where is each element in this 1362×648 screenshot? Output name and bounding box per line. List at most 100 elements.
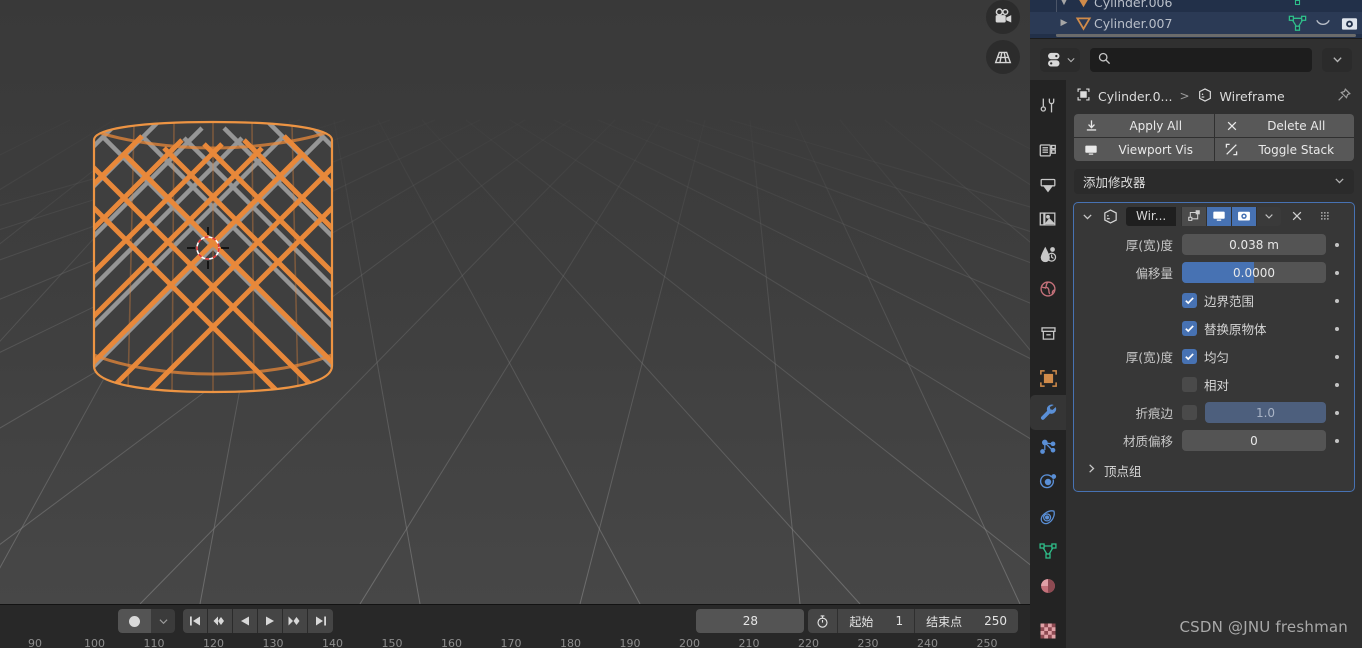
material-offset-field[interactable]: 0 bbox=[1182, 430, 1326, 451]
3d-viewport[interactable] bbox=[0, 0, 1030, 604]
jump-to-prev-keyframe-button[interactable] bbox=[208, 609, 233, 633]
thickness-field[interactable]: 0.038 m bbox=[1182, 234, 1326, 255]
disable-in-render-camera-icon[interactable] bbox=[1336, 15, 1362, 32]
boundary-checkbox[interactable] bbox=[1182, 293, 1197, 308]
breadcrumb-modifier-name[interactable]: Wireframe bbox=[1220, 89, 1285, 104]
properties-search-box[interactable] bbox=[1090, 47, 1312, 72]
toggle-stack-button[interactable]: Toggle Stack bbox=[1214, 138, 1354, 161]
row-offset: 偏移量 0.0000 bbox=[1074, 260, 1354, 285]
disclosure-triangle-collapsed-icon[interactable]: ▶ bbox=[1056, 18, 1072, 28]
hide-in-viewport-icon[interactable] bbox=[1310, 18, 1336, 28]
vertex-group-section[interactable]: 顶点组 bbox=[1074, 457, 1354, 483]
record-group[interactable] bbox=[118, 609, 175, 633]
remove-modifier-x-icon[interactable] bbox=[1286, 210, 1308, 222]
material-offset-animate-dot[interactable] bbox=[1326, 438, 1348, 443]
frame-start-field[interactable]: 起始 1 bbox=[838, 609, 916, 633]
row-replace-original: 替换原物体 bbox=[1074, 316, 1354, 341]
even-thickness-animate-dot[interactable] bbox=[1326, 354, 1348, 359]
add-modifier-dropdown[interactable]: 添加修改器 bbox=[1074, 169, 1354, 194]
boundary-label: 边界范围 bbox=[1204, 294, 1255, 309]
crease-weight-field[interactable]: 1.0 bbox=[1205, 402, 1326, 423]
jump-to-end-button[interactable] bbox=[308, 609, 333, 633]
frame-end-field[interactable]: 结束点 250 bbox=[915, 609, 1018, 633]
tab-particles[interactable] bbox=[1030, 430, 1066, 465]
breadcrumb-separator: > bbox=[1179, 89, 1190, 103]
timeline-editor[interactable]: 28 起始 1 结束点 250 90 100 110 120 130 140 1… bbox=[0, 604, 1030, 648]
play-reverse-button[interactable] bbox=[233, 609, 258, 633]
edit-mode-display-toggle[interactable] bbox=[1181, 206, 1207, 226]
even-thickness-checkbox-row[interactable]: 均匀 bbox=[1182, 347, 1326, 366]
outliner-horizontal-scrollbar[interactable] bbox=[1056, 34, 1356, 37]
realtime-display-toggle[interactable] bbox=[1206, 206, 1232, 226]
disclosure-triangle-icon[interactable]: ▼ bbox=[1056, 0, 1072, 7]
auto-keying-button[interactable] bbox=[118, 609, 151, 633]
tab-view-layer[interactable] bbox=[1030, 202, 1066, 237]
relative-checkbox[interactable] bbox=[1182, 377, 1197, 392]
properties-tab-strip[interactable] bbox=[1030, 80, 1066, 648]
thickness-animate-dot[interactable] bbox=[1326, 242, 1348, 247]
tab-tool[interactable] bbox=[1030, 88, 1066, 123]
tab-object-data[interactable] bbox=[1030, 534, 1066, 569]
crease-edges-checkbox[interactable] bbox=[1182, 405, 1197, 420]
mesh-data-icon[interactable] bbox=[1284, 0, 1310, 9]
outliner-row-cylinder-007[interactable]: ▶ Cylinder.007 bbox=[1030, 12, 1362, 34]
auto-keying-options-chevron-down-icon[interactable] bbox=[151, 609, 175, 633]
timeline-tick-label: 200 bbox=[679, 637, 700, 648]
add-modifier-label: 添加修改器 bbox=[1083, 175, 1146, 190]
tab-collection[interactable] bbox=[1030, 316, 1066, 351]
current-frame-field[interactable]: 28 bbox=[696, 609, 805, 633]
tab-object[interactable] bbox=[1030, 361, 1066, 396]
crease-animate-dot[interactable] bbox=[1326, 410, 1348, 415]
properties-filter-toggle[interactable] bbox=[1040, 47, 1080, 72]
even-thickness-checkbox[interactable] bbox=[1182, 349, 1197, 364]
tab-world[interactable] bbox=[1030, 271, 1066, 306]
relative-animate-dot[interactable] bbox=[1326, 382, 1348, 387]
apply-all-button[interactable]: Apply All bbox=[1074, 114, 1214, 137]
play-button[interactable] bbox=[258, 609, 283, 633]
replace-original-animate-dot[interactable] bbox=[1326, 326, 1348, 331]
properties-options-chevron-down-icon[interactable] bbox=[1322, 47, 1352, 72]
mesh-data-icon[interactable] bbox=[1284, 15, 1310, 32]
timeline-tick-label: 150 bbox=[381, 637, 403, 648]
tab-output[interactable] bbox=[1030, 167, 1066, 202]
playback-controls[interactable] bbox=[183, 609, 333, 633]
tab-texture[interactable] bbox=[1030, 613, 1066, 648]
tab-constraints[interactable] bbox=[1030, 499, 1066, 534]
relative-checkbox-row[interactable]: 相对 bbox=[1182, 375, 1326, 394]
modifier-name-field[interactable]: Wir... bbox=[1126, 206, 1177, 226]
jump-to-next-keyframe-button[interactable] bbox=[283, 609, 308, 633]
drag-dots-icon[interactable] bbox=[1317, 211, 1333, 222]
replace-original-checkbox-row[interactable]: 替换原物体 bbox=[1182, 319, 1326, 338]
delete-all-button[interactable]: Delete All bbox=[1214, 114, 1354, 137]
use-preview-range-icon[interactable] bbox=[808, 609, 839, 633]
vertex-group-label: 顶点组 bbox=[1104, 463, 1142, 479]
timeline-tick-label: 140 bbox=[322, 637, 343, 648]
modifier-expand-chevron-down-icon[interactable] bbox=[1080, 211, 1094, 222]
timeline-ruler[interactable]: 90 100 110 120 130 140 150 160 170 180 190 200 210 22… bbox=[0, 637, 1030, 648]
breadcrumb-object-name[interactable]: Cylinder.0... bbox=[1098, 89, 1172, 104]
replace-original-checkbox[interactable] bbox=[1182, 321, 1197, 336]
outliner-editor[interactable]: ▼ Cylinder.006 ▶ Cylinder.007 bbox=[1030, 0, 1362, 38]
boundary-checkbox-row[interactable]: 边界范围 bbox=[1182, 291, 1326, 310]
row-thickness: 厚(宽)度 0.038 m bbox=[1074, 232, 1354, 257]
tab-physics[interactable] bbox=[1030, 465, 1066, 500]
offset-animate-dot[interactable] bbox=[1326, 270, 1348, 275]
boundary-animate-dot[interactable] bbox=[1326, 298, 1348, 303]
frame-start-label: 起始 bbox=[849, 614, 874, 629]
tab-modifiers[interactable] bbox=[1030, 395, 1066, 431]
grid-floor-icon[interactable] bbox=[986, 40, 1020, 74]
pin-icon[interactable] bbox=[1336, 87, 1352, 106]
render-display-toggle[interactable] bbox=[1231, 206, 1257, 226]
offset-slider[interactable]: 0.0000 bbox=[1182, 262, 1326, 283]
frame-range-group[interactable]: 起始 1 结束点 250 bbox=[808, 609, 1018, 633]
tab-material[interactable] bbox=[1030, 569, 1066, 604]
tab-render[interactable] bbox=[1030, 133, 1066, 168]
camera-icon[interactable] bbox=[986, 0, 1020, 34]
tab-scene[interactable] bbox=[1030, 237, 1066, 272]
search-input[interactable] bbox=[1117, 52, 1304, 67]
chevron-down-icon bbox=[1066, 57, 1075, 62]
jump-to-start-button[interactable] bbox=[183, 609, 208, 633]
viewport-vis-button[interactable]: Viewport Vis bbox=[1074, 138, 1214, 161]
modifier-extras-chevron-down-icon[interactable] bbox=[1256, 206, 1282, 226]
x-icon bbox=[1224, 120, 1240, 132]
